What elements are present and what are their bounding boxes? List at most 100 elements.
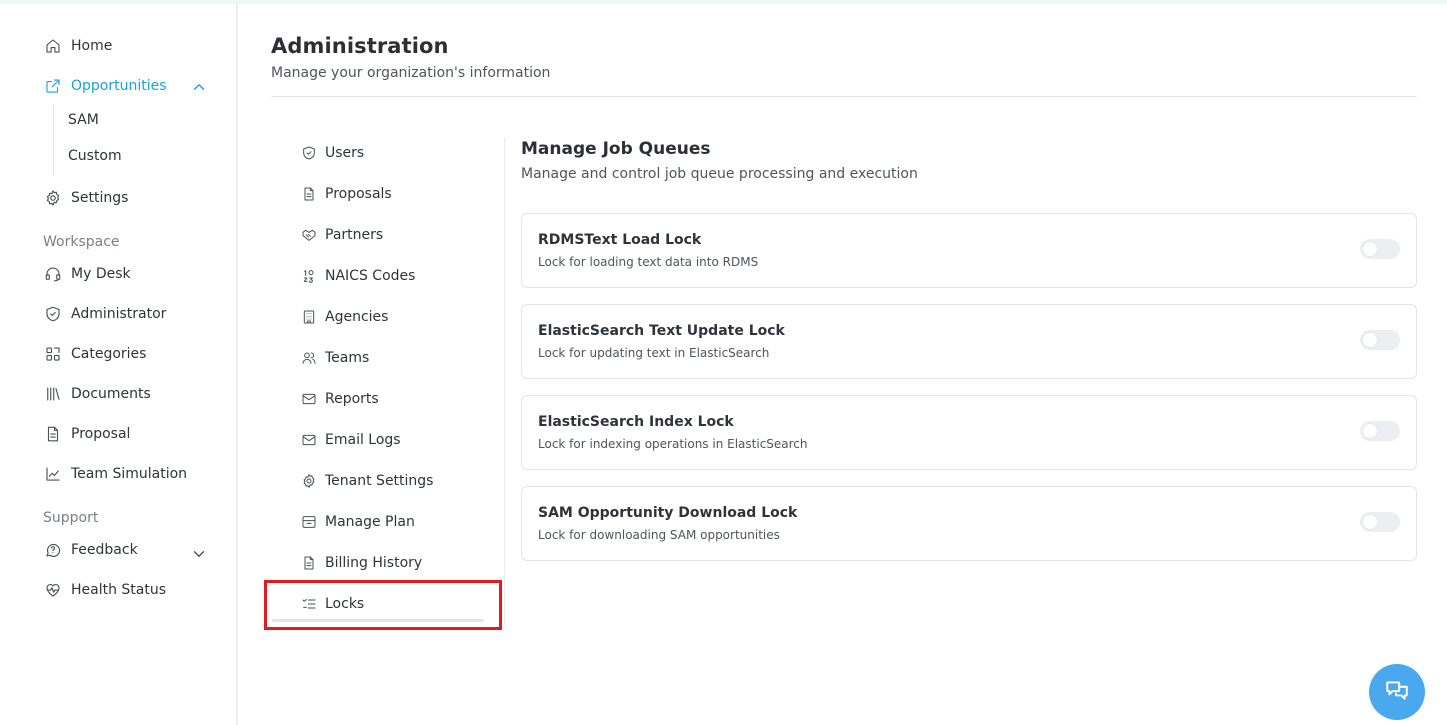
header-divider xyxy=(271,96,1417,97)
lock-card-elasticsearch-text-update: ElasticSearch Text Update Lock Lock for … xyxy=(521,304,1417,379)
admin-menu-email-logs[interactable]: Email Logs xyxy=(300,429,401,451)
admin-menu-label: Tenant Settings xyxy=(325,473,434,489)
chat-icon xyxy=(1384,677,1410,707)
admin-menu-label: Manage Plan xyxy=(325,514,415,530)
admin-menu-users[interactable]: Users xyxy=(300,142,364,164)
file-icon xyxy=(43,424,63,444)
lock-toggle[interactable] xyxy=(1360,421,1400,441)
content-subtitle: Manage and control job queue processing … xyxy=(521,166,918,182)
lock-card-elasticsearch-index: ElasticSearch Index Lock Lock for indexi… xyxy=(521,395,1417,470)
sidebar-item-team-simulation[interactable]: Team Simulation xyxy=(43,462,187,486)
sidebar-item-label: Documents xyxy=(71,386,151,402)
sidebar-item-label: Feedback xyxy=(71,542,138,558)
sidebar-item-opportunities[interactable]: Opportunities xyxy=(43,74,167,98)
building-icon xyxy=(300,309,317,326)
admin-menu-label: Users xyxy=(325,145,365,161)
message-question-icon xyxy=(43,540,63,560)
mail-icon xyxy=(300,432,317,449)
shield-check-icon xyxy=(300,145,317,162)
external-link-icon xyxy=(43,76,63,96)
toggle-knob xyxy=(1363,333,1377,347)
lock-toggle[interactable] xyxy=(1360,330,1400,350)
chart-line-icon xyxy=(43,464,63,484)
toggle-knob xyxy=(1363,242,1377,256)
admin-menu-divider xyxy=(504,137,505,625)
workspace-section-label: Workspace xyxy=(43,234,120,250)
page-title: Administration xyxy=(271,34,449,58)
categories-icon xyxy=(43,344,63,364)
headset-icon xyxy=(43,264,63,284)
admin-menu-label: Agencies xyxy=(325,309,389,325)
admin-menu-proposals[interactable]: Proposals xyxy=(300,183,392,205)
number-icon xyxy=(300,268,317,285)
chevron-up-icon[interactable] xyxy=(190,78,208,96)
sidebar-item-label: Home xyxy=(71,38,113,54)
admin-menu-label: Reports xyxy=(325,391,379,407)
admin-menu-label: NAICS Codes xyxy=(325,268,416,284)
sidebar-item-feedback[interactable]: Feedback xyxy=(43,538,138,562)
sidebar-item-settings[interactable]: Settings xyxy=(43,186,128,210)
handshake-icon xyxy=(300,227,317,244)
sidebar-item-label: Proposal xyxy=(71,426,131,442)
sidebar-subitem-custom[interactable]: Custom xyxy=(68,148,122,164)
library-icon xyxy=(43,384,63,404)
lock-description: Lock for updating text in ElasticSearch xyxy=(538,346,770,360)
sidebar-item-label: Team Simulation xyxy=(71,466,188,482)
submenu-guide-line xyxy=(53,104,54,176)
shield-icon xyxy=(43,304,63,324)
lock-description: Lock for loading text data into RDMS xyxy=(538,255,759,269)
admin-menu-partners[interactable]: Partners xyxy=(300,224,383,246)
admin-menu-billing-history[interactable]: Billing History xyxy=(300,552,422,574)
lock-description: Lock for indexing operations in ElasticS… xyxy=(538,437,808,451)
file-text-icon xyxy=(300,186,317,203)
sidebar-item-label: Opportunities xyxy=(71,78,167,94)
admin-menu-label: Partners xyxy=(325,227,384,243)
page-subtitle: Manage your organization's information xyxy=(271,65,551,81)
gear-icon xyxy=(43,188,63,208)
admin-menu-label: Email Logs xyxy=(325,432,401,448)
lock-title: ElasticSearch Text Update Lock xyxy=(538,323,785,339)
sidebar-item-proposal[interactable]: Proposal xyxy=(43,422,130,446)
lock-card-rdms-text-load: RDMSText Load Lock Lock for loading text… xyxy=(521,213,1417,288)
sidebar-subitem-sam[interactable]: SAM xyxy=(68,112,99,128)
sidebar-item-categories[interactable]: Categories xyxy=(43,342,146,366)
sidebar-item-label: Categories xyxy=(71,346,147,362)
home-icon xyxy=(43,36,63,56)
lock-title: RDMSText Load Lock xyxy=(538,232,702,248)
sidebar-item-health-status[interactable]: Health Status xyxy=(43,578,166,602)
lock-title: ElasticSearch Index Lock xyxy=(538,414,734,430)
lock-toggle[interactable] xyxy=(1360,239,1400,259)
content-title: Manage Job Queues xyxy=(521,139,711,159)
admin-menu-naics-codes[interactable]: NAICS Codes xyxy=(300,265,415,287)
chevron-down-icon[interactable] xyxy=(190,545,208,563)
users-icon xyxy=(300,350,317,367)
chat-button[interactable] xyxy=(1369,664,1425,720)
admin-menu-reports[interactable]: Reports xyxy=(300,388,379,410)
admin-menu-tenant-settings[interactable]: Tenant Settings xyxy=(300,470,433,492)
sidebar-item-label: Settings xyxy=(71,190,129,206)
admin-menu-manage-plan[interactable]: Manage Plan xyxy=(300,511,415,533)
admin-menu-agencies[interactable]: Agencies xyxy=(300,306,388,328)
admin-menu-label: Proposals xyxy=(325,186,392,202)
heart-pulse-icon xyxy=(43,580,63,600)
lock-card-sam-opportunity-download: SAM Opportunity Download Lock Lock for d… xyxy=(521,486,1417,561)
lock-title: SAM Opportunity Download Lock xyxy=(538,505,798,521)
toggle-knob xyxy=(1363,424,1377,438)
locks-highlight-box xyxy=(264,580,502,630)
sidebar-item-administrator[interactable]: Administrator xyxy=(43,302,166,326)
sidebar-item-documents[interactable]: Documents xyxy=(43,382,151,406)
sidebar-item-my-desk[interactable]: My Desk xyxy=(43,262,131,286)
toggle-knob xyxy=(1363,515,1377,529)
sidebar-item-label: Administrator xyxy=(71,306,167,322)
sidebar: Home Opportunities SAM Custom Settings W… xyxy=(0,4,238,725)
sidebar-item-label: Health Status xyxy=(71,582,167,598)
admin-menu-label: Teams xyxy=(325,350,370,366)
lock-description: Lock for downloading SAM opportunities xyxy=(538,528,780,542)
admin-menu-teams[interactable]: Teams xyxy=(300,347,369,369)
sidebar-item-home[interactable]: Home xyxy=(43,34,112,58)
file-text-icon xyxy=(300,555,317,572)
admin-menu-label: Billing History xyxy=(325,555,423,571)
lock-toggle[interactable] xyxy=(1360,512,1400,532)
archive-icon xyxy=(300,514,317,531)
support-section-label: Support xyxy=(43,510,99,526)
